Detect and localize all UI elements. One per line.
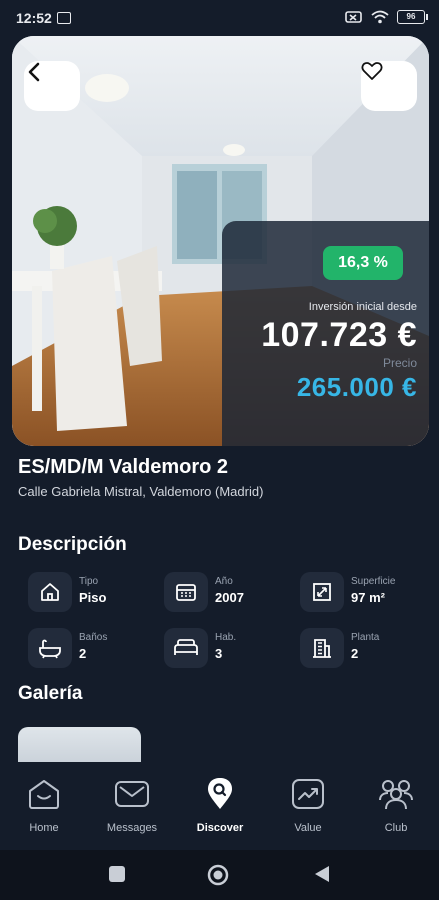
- feature-value: 2: [351, 646, 359, 661]
- nav-value[interactable]: Value: [268, 772, 348, 834]
- feature-value: 97 m²: [351, 590, 385, 605]
- favorite-button[interactable]: [361, 61, 417, 111]
- system-navigation-bar: [0, 850, 439, 900]
- feature-year: Año 2007: [164, 572, 299, 616]
- price-label: Precio: [382, 356, 417, 370]
- nav-club[interactable]: Club: [356, 772, 436, 834]
- value-icon: [292, 779, 324, 809]
- feature-value: 2007: [215, 590, 244, 605]
- feature-label: Baños: [79, 632, 108, 643]
- area-icon: [313, 583, 331, 601]
- building-icon: [313, 639, 331, 658]
- nav-value-label: Value: [294, 822, 322, 834]
- nav-discover-label: Discover: [196, 822, 244, 834]
- chevron-left-icon: [28, 62, 40, 82]
- property-title: ES/MD/M Valdemoro 2: [18, 456, 229, 478]
- house-icon: [41, 583, 59, 601]
- bottom-navigation: Home Messages Discover Value Club: [0, 762, 439, 850]
- bed-icon: [174, 639, 198, 655]
- bathtub-icon: [39, 639, 61, 659]
- investment-overlay: 16,3 % Inversión inicial desde 107.723 €…: [222, 221, 429, 446]
- investment-value: 107.723 €: [261, 316, 417, 354]
- gallery-heading: Galería: [18, 683, 83, 704]
- nav-discover[interactable]: Discover: [180, 772, 260, 834]
- feature-label: Superficie: [351, 576, 396, 587]
- sim-icon: [57, 12, 71, 24]
- feature-value: 3: [215, 646, 223, 661]
- feature-rooms: Hab. 3: [164, 628, 299, 672]
- feature-floor: Planta 2: [300, 628, 435, 672]
- nav-messages-label: Messages: [106, 822, 158, 834]
- yield-badge: 16,3 %: [323, 246, 403, 280]
- feature-value: Piso: [79, 590, 107, 605]
- nav-home[interactable]: Home: [4, 772, 84, 834]
- price-value: 265.000 €: [296, 372, 417, 402]
- feature-bathrooms: Baños 2: [28, 628, 163, 672]
- description-heading: Descripción: [18, 534, 127, 555]
- property-address: Calle Gabriela Mistral, Valdemoro (Madri…: [18, 484, 264, 499]
- feature-value: 2: [79, 646, 87, 661]
- feature-label: Tipo: [79, 576, 99, 587]
- back-button[interactable]: [24, 61, 80, 111]
- messages-icon: [115, 781, 149, 807]
- battery-icon: 96: [397, 10, 428, 24]
- feature-label: Año: [215, 576, 233, 587]
- home-circle-icon[interactable]: [207, 864, 229, 886]
- investment-label: Inversión inicial desde: [308, 301, 417, 313]
- heart-icon: [361, 62, 383, 80]
- calendar-icon: [176, 584, 196, 601]
- home-icon: [29, 780, 59, 809]
- nav-messages[interactable]: Messages: [92, 772, 172, 834]
- battery-level: 96: [406, 12, 416, 21]
- feature-area: Superficie 97 m²: [300, 572, 435, 616]
- property-hero: 16,3 % Inversión inicial desde 107.723 €…: [12, 36, 429, 446]
- nav-home-label: Home: [29, 822, 59, 834]
- status-bar: 12:52 96: [0, 0, 439, 36]
- feature-label: Hab.: [215, 632, 237, 643]
- back-triangle-icon[interactable]: [313, 865, 331, 883]
- nav-club-label: Club: [384, 822, 408, 834]
- feature-label: Planta: [351, 632, 380, 643]
- club-icon: [379, 780, 413, 810]
- feature-type: Tipo Piso: [28, 572, 163, 616]
- recents-icon[interactable]: [108, 865, 126, 883]
- status-time: 12:52: [16, 10, 52, 26]
- no-sim-icon: [345, 11, 362, 23]
- gallery-image[interactable]: [18, 727, 141, 767]
- wifi-icon: [371, 10, 389, 24]
- discover-icon: [208, 778, 232, 809]
